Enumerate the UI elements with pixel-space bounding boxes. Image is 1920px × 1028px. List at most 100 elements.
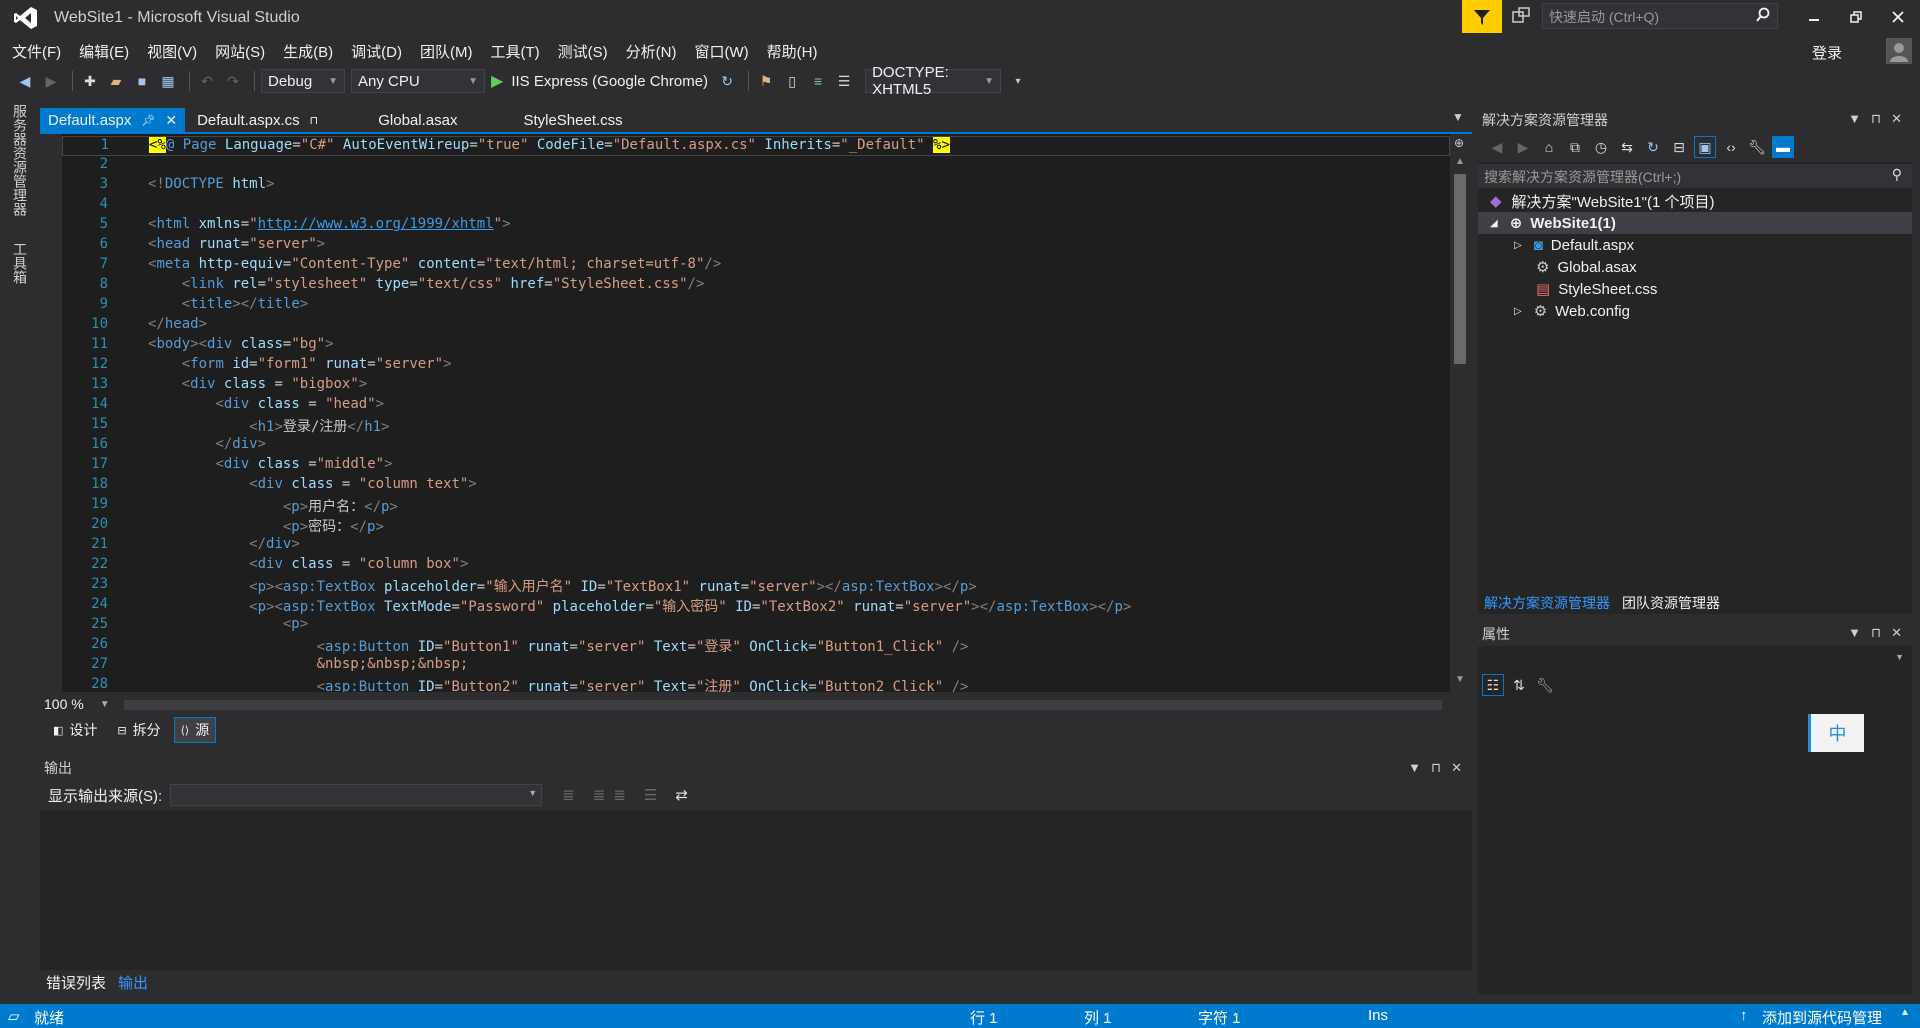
toolbar-overflow-icon[interactable]: ▾ <box>1007 70 1029 92</box>
code-line[interactable]: 2 <box>62 156 1450 176</box>
quick-launch-input[interactable]: 快速启动 (Ctrl+Q) <box>1542 3 1778 29</box>
home-icon[interactable]: ⌂ <box>1538 136 1560 158</box>
server-explorer-tab[interactable]: 服务器资源管理器 <box>10 104 30 216</box>
pending-changes-icon[interactable]: ◷ <box>1590 136 1612 158</box>
code-line[interactable]: 3 <!DOCTYPE html> <box>62 176 1450 196</box>
code-line[interactable]: 22 <div class = "column box"> <box>62 556 1450 576</box>
code-line[interactable]: 7 <meta http-equiv="Content-Type" content… <box>62 256 1450 276</box>
code-line[interactable]: 14 <div class = "head"> <box>62 396 1450 416</box>
editor-horizontal-scrollbar[interactable] <box>124 700 1442 710</box>
sync-icon[interactable]: ⇆ <box>1616 136 1638 158</box>
tree-default-aspx[interactable]: ▷ ◙ Default.aspx <box>1478 234 1912 256</box>
code-line[interactable]: 15 <h1>登录/注册</h1> <box>62 416 1450 436</box>
format-document-icon[interactable]: ≡ <box>807 70 829 92</box>
login-link[interactable]: 登录 <box>1812 42 1842 63</box>
code-line[interactable]: 9 <title></title> <box>62 296 1450 316</box>
menu-tools[interactable]: 工具(T) <box>484 41 551 62</box>
redo-icon[interactable]: ↷ <box>222 70 244 92</box>
switch-views-icon[interactable]: ⧉ <box>1564 136 1586 158</box>
configuration-select[interactable]: Debug ▼ <box>261 69 345 93</box>
pin-icon[interactable]: ⊓ <box>1871 625 1881 641</box>
avatar[interactable] <box>1886 38 1912 64</box>
alphabetical-icon[interactable]: ⇅ <box>1508 674 1530 696</box>
tab-error-list[interactable]: 错误列表 <box>46 972 106 993</box>
back-icon[interactable]: ◀ <box>14 70 36 92</box>
properties-wrench-icon[interactable]: 🔧︎ <box>1746 136 1768 158</box>
forward-icon[interactable]: ▶ <box>40 70 62 92</box>
save-all-icon[interactable]: ▦ <box>157 70 179 92</box>
menu-analyze[interactable]: 分析(N) <box>620 41 689 62</box>
menu-team[interactable]: 团队(M) <box>414 41 485 62</box>
ime-indicator[interactable]: 中 <box>1808 714 1864 752</box>
code-line[interactable]: 16 </div> <box>62 436 1450 456</box>
menu-debug[interactable]: 调试(D) <box>345 41 414 62</box>
code-editor[interactable]: 1 <%@ Page Language="C#" AutoEventWireup=… <box>40 134 1450 692</box>
code-line[interactable]: 8 <link rel="stylesheet" type="text/css"… <box>62 276 1450 296</box>
menu-website[interactable]: 网站(S) <box>209 41 277 62</box>
tab-stylesheet-css[interactable]: StyleSheet.css <box>515 108 630 132</box>
tree-global-asax[interactable]: ⚙ Global.asax <box>1478 256 1912 278</box>
back-icon[interactable]: ◀ <box>1486 136 1508 158</box>
pin-icon[interactable]: ⊓ <box>1871 111 1881 127</box>
split-editor-icon[interactable]: ⊕ <box>1454 136 1464 150</box>
code-line[interactable]: 26 <asp:Button ID="Button1" runat="serve… <box>62 636 1450 656</box>
forward-icon[interactable]: ▶ <box>1512 136 1534 158</box>
menu-help[interactable]: 帮助(H) <box>761 41 830 62</box>
add-to-source-control-button[interactable]: 添加到源代码管理 <box>1762 1007 1882 1028</box>
scroll-down-icon[interactable]: ▼ <box>1455 674 1465 685</box>
code-line[interactable]: 13 <div class = "bigbox"> <box>62 376 1450 396</box>
pin-icon[interactable]: ⊓ <box>310 114 319 127</box>
show-all-files-icon[interactable]: ▣ <box>1694 136 1716 158</box>
zoom-level[interactable]: 100 % <box>44 696 84 712</box>
code-line[interactable]: 17 <div class ="middle"> <box>62 456 1450 476</box>
code-line[interactable]: 27 &nbsp;&nbsp;&nbsp; <box>62 656 1450 676</box>
collapsed-arrow-icon[interactable]: ▷ <box>1514 240 1522 251</box>
tab-default-aspx-cs[interactable]: Default.aspx.cs ⊓ <box>189 108 366 132</box>
previous-message-icon[interactable]: ≣ <box>593 786 606 804</box>
close-icon[interactable]: ✕ <box>1891 111 1902 127</box>
menu-edit[interactable]: 编辑(E) <box>73 41 141 62</box>
source-view-button[interactable]: ⟨⟩ 源 <box>173 717 217 743</box>
editor-vertical-scrollbar[interactable]: ⊕ ▲ ▼ <box>1450 134 1470 692</box>
split-view-button[interactable]: ⊟ 拆分 <box>110 717 167 743</box>
chevron-down-icon[interactable]: ▼ <box>1848 111 1861 127</box>
design-view-button[interactable]: ◧ 设计 <box>46 717 104 743</box>
tree-web-config[interactable]: ▷ ⚙ Web.config <box>1478 300 1912 322</box>
new-project-icon[interactable]: ✚ <box>79 70 101 92</box>
close-window-button[interactable] <box>1884 4 1912 30</box>
comment-icon[interactable]: ☰ <box>833 70 855 92</box>
platform-select[interactable]: Any CPU ▼ <box>351 69 485 93</box>
tab-output[interactable]: 输出 <box>118 972 148 993</box>
tab-default-aspx[interactable]: Default.aspx 📌︎ ✕ <box>40 108 186 132</box>
feedback-icon[interactable] <box>1510 6 1532 28</box>
collapse-all-icon[interactable]: ⊟ <box>1668 136 1690 158</box>
close-icon[interactable]: ✕ <box>1451 760 1462 776</box>
preview-icon[interactable]: ▬ <box>1772 136 1794 158</box>
chevron-down-icon[interactable]: ▼ <box>1848 625 1861 641</box>
code-line[interactable]: 20 <p>密码：</p> <box>62 516 1450 536</box>
property-pages-icon[interactable]: 🔧︎ <box>1534 674 1556 696</box>
tab-solution-explorer[interactable]: 解决方案资源管理器 <box>1484 593 1610 613</box>
tab-global-asax[interactable]: Global.asax <box>370 108 465 132</box>
code-line[interactable]: 18 <div class = "column text"> <box>62 476 1450 496</box>
menu-file[interactable]: 文件(F) <box>6 41 73 62</box>
restore-button[interactable] <box>1842 4 1870 30</box>
next-message-icon[interactable]: ≣ <box>613 786 626 804</box>
collapsed-arrow-icon[interactable]: ▷ <box>1514 306 1522 317</box>
menu-build[interactable]: 生成(B) <box>277 41 345 62</box>
menu-view[interactable]: 视图(V) <box>141 41 209 62</box>
close-icon[interactable]: ✕ <box>1891 625 1902 641</box>
close-icon[interactable]: ✕ <box>165 112 177 129</box>
tab-team-explorer[interactable]: 团队资源管理器 <box>1622 593 1720 613</box>
tree-website1[interactable]: ◢ ⊕ WebSite1(1) <box>1478 212 1912 234</box>
pin-icon[interactable]: 📌︎ <box>141 114 155 127</box>
output-source-select[interactable]: ▼ <box>170 784 543 806</box>
open-file-icon[interactable]: ▰ <box>105 70 127 92</box>
code-line[interactable]: 21 </div> <box>62 536 1450 556</box>
word-wrap-icon[interactable]: ⇄ <box>675 786 688 804</box>
browser-link-icon[interactable]: ⚑ <box>755 70 777 92</box>
properties-object-select[interactable]: ▼ <box>1478 646 1912 670</box>
pin-icon[interactable]: ⊓ <box>1431 760 1441 776</box>
code-line[interactable]: 4 <box>62 196 1450 216</box>
view-code-icon[interactable]: ‹› <box>1720 136 1742 158</box>
